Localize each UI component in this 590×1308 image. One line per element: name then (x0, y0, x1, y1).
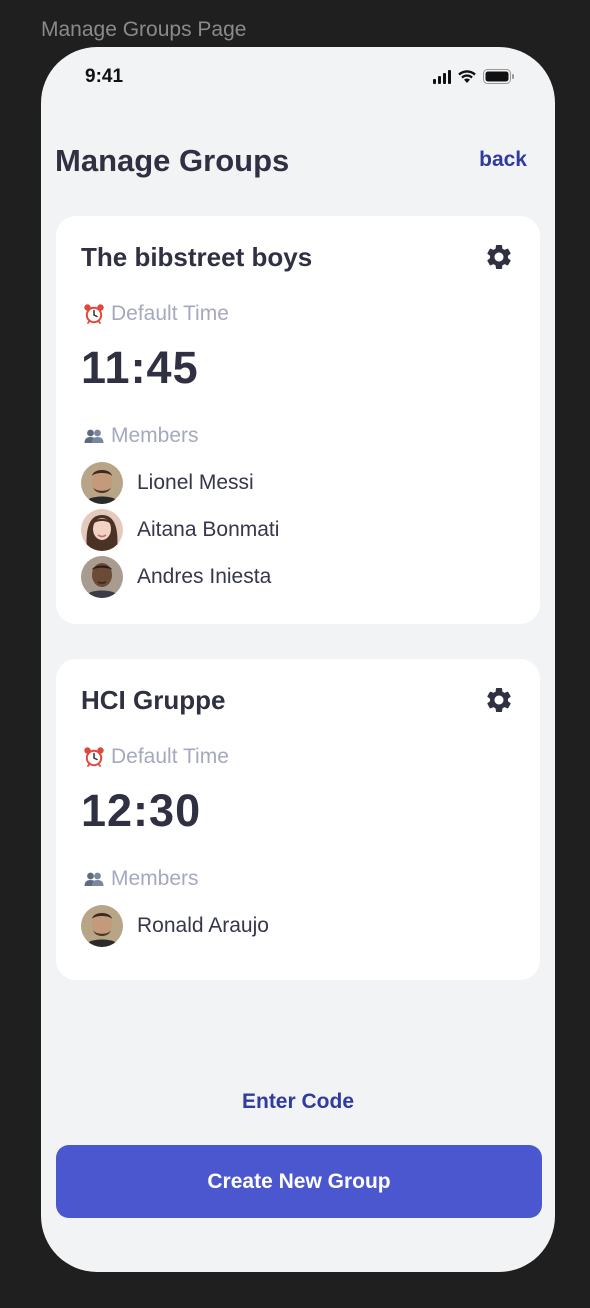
group-card: HCI Gruppe Default Time 12:30 Members Ro… (56, 659, 540, 980)
gear-icon[interactable] (484, 685, 514, 715)
member-name: Ronald Araujo (137, 914, 269, 937)
member-row[interactable]: Andres Iniesta (81, 556, 271, 598)
members-label-text: Members (111, 867, 199, 890)
alarm-clock-icon (83, 746, 105, 768)
status-time: 9:41 (85, 66, 124, 87)
default-time-label-text: Default Time (111, 745, 229, 768)
member-row[interactable]: Ronald Araujo (81, 905, 269, 947)
frame-label: Manage Groups Page (41, 18, 247, 41)
wifi-icon (457, 69, 477, 84)
members-label: Members (83, 867, 199, 891)
back-button[interactable]: back (479, 148, 527, 172)
default-time-value: 12:30 (81, 785, 202, 836)
people-icon (83, 425, 105, 447)
default-time-value: 11:45 (81, 342, 199, 393)
gear-icon[interactable] (484, 242, 514, 272)
page-header: Manage Groups back (55, 143, 527, 187)
member-name: Aitana Bonmati (137, 518, 280, 541)
member-row[interactable]: Aitana Bonmati (81, 509, 279, 551)
member-row[interactable]: Lionel Messi (81, 462, 254, 504)
people-icon (83, 868, 105, 890)
status-bar: 9:41 (41, 47, 555, 107)
member-name: Andres Iniesta (137, 565, 272, 588)
alarm-clock-icon (83, 303, 105, 325)
default-time-label-text: Default Time (111, 302, 229, 325)
battery-icon (483, 69, 515, 84)
group-card: The bibstreet boys Default Time 11:45 Me… (56, 216, 540, 624)
group-name: HCI Gruppe (81, 685, 226, 715)
avatar (81, 462, 123, 504)
status-icons (433, 69, 515, 84)
page-title: Manage Groups (55, 143, 290, 178)
group-name: The bibstreet boys (81, 242, 313, 272)
default-time-label: Default Time (83, 745, 229, 769)
member-name: Lionel Messi (137, 471, 254, 494)
members-label-text: Members (111, 424, 199, 447)
enter-code-link[interactable]: Enter Code (41, 1090, 555, 1114)
cellular-signal-icon (433, 69, 451, 84)
default-time-label: Default Time (83, 302, 229, 326)
members-label: Members (83, 424, 199, 448)
create-new-group-button[interactable]: Create New Group (56, 1145, 542, 1218)
avatar (81, 905, 123, 947)
phone-screen: 9:41 Manage Groups back The bibstreet bo… (41, 47, 555, 1272)
avatar (81, 556, 123, 598)
avatar (81, 509, 123, 551)
